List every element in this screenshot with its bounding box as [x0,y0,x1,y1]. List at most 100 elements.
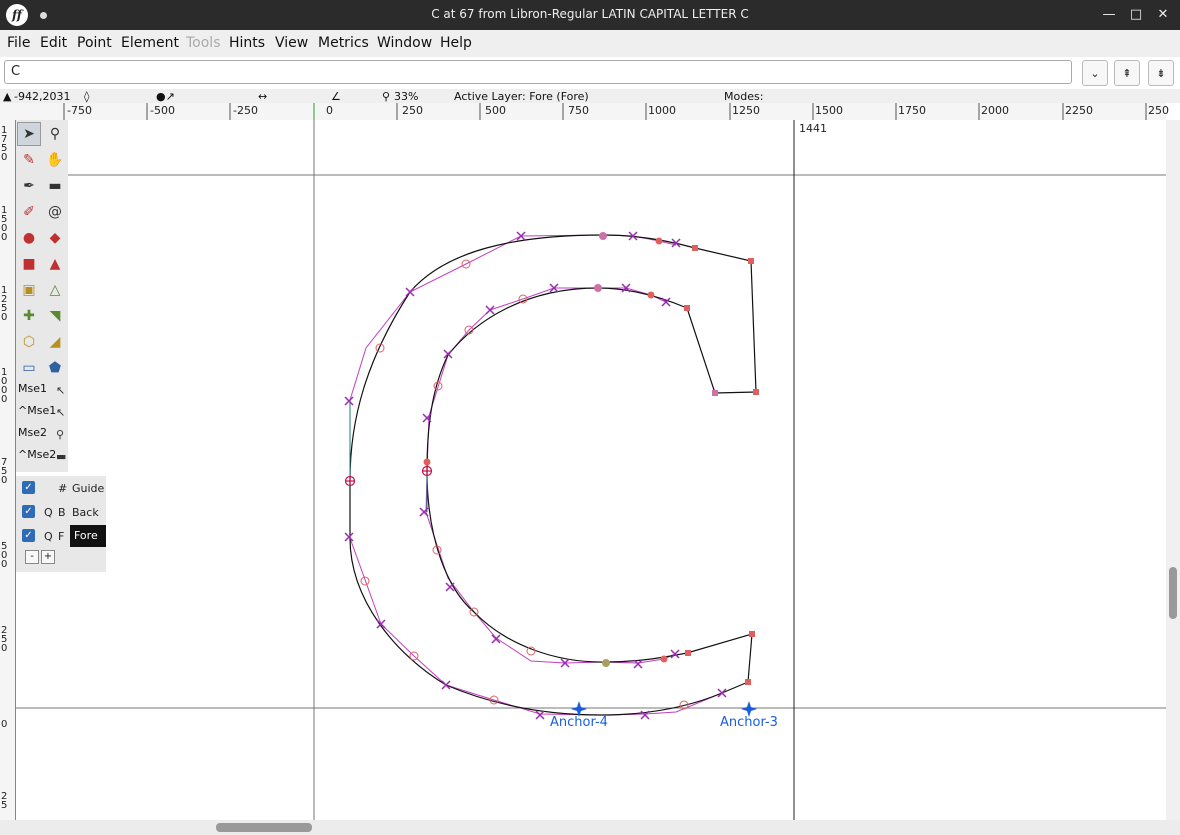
layer-name[interactable]: Fore [70,525,106,547]
layer-name[interactable]: Back [72,506,99,519]
title-bar: ff C at 67 from Libron-Regular LATIN CAP… [0,0,1180,30]
ruler-label: 750 [568,104,589,117]
ruler-digit: 0 [1,394,8,405]
layer-visible-checkbox[interactable]: ✓ [22,529,35,542]
scale-tool-icon[interactable]: ▣ [17,278,41,302]
ruler-label: 2250 [1065,104,1093,117]
ruler-label: -250 [233,104,258,117]
vertical-ruler: 1750 1500 1250 1000 750 500 250 0 25 [0,120,16,820]
vertical-scroll-thumb[interactable] [1169,567,1177,619]
ruler-label-1750: 1750 [1,126,13,163]
ruler-icon: ▬ [56,450,67,463]
menu-element[interactable]: Element [121,35,179,51]
ruler-tool-icon[interactable]: ▬ [43,174,67,198]
menu-edit[interactable]: Edit [40,35,67,51]
pointer-icon: ▲ [3,90,12,103]
menu-metrics[interactable]: Metrics [318,35,369,51]
corner-point-tool-icon[interactable]: ■ [17,252,41,276]
modes-label: Modes: [724,90,764,103]
layer-row-fore[interactable]: ✓ Q F Fore [16,525,106,547]
pointer-icon: ↖ [56,384,66,397]
menu-tools[interactable]: Tools [186,35,221,51]
layer-type-flag: # [58,482,68,495]
ruler-label: 1750 [898,104,926,117]
menu-help[interactable]: Help [440,35,472,51]
curve-points [423,232,668,667]
horizontal-scroll-thumb[interactable] [216,823,312,832]
contour-path [349,234,757,716]
start-points [344,465,433,487]
zoom-icon: ⚲ [382,90,391,103]
menu-point[interactable]: Point [77,35,112,51]
zoom-level: 33% [394,90,419,103]
maximize-button[interactable]: □ [1127,6,1145,24]
ruler-digit: 0 [1,152,8,163]
layer-row-back[interactable]: ✓ Q B Back [16,501,106,523]
minimize-button[interactable]: — [1100,6,1118,24]
horizontal-scrollbar[interactable] [0,820,1180,835]
magnify-icon: ⚲ [56,428,65,441]
hvcurve-point-tool-icon[interactable]: ◆ [43,226,67,250]
ruler-label: 250 [402,104,423,117]
ruler-digit: 0 [1,475,8,486]
ruler-label-1250: 1250 [1,286,8,323]
knife-tool-icon[interactable]: ✒ [17,174,41,198]
3d-rotate-tool-icon[interactable]: ⬡ [17,330,41,354]
anchor-4-label[interactable]: Anchor-4 [550,715,608,730]
previous-glyph-button[interactable]: ⇞ [1114,60,1140,86]
ruler-digit: 0 [1,719,8,730]
layer-visible-checkbox[interactable]: ✓ [22,481,35,494]
ruler-label-500: 500 [1,542,8,570]
horizontal-ruler: -750 -500 -250 0 250 500 750 1000 1250 1… [0,103,1169,121]
menu-hints[interactable]: Hints [229,35,265,51]
menu-view[interactable]: View [275,35,308,51]
mouse2-label: Mse2 [18,426,47,439]
next-glyph-button[interactable]: ⇟ [1148,60,1174,86]
teal-handles [349,400,428,512]
curve-point-tool-icon[interactable]: ● [17,226,41,250]
ruler-label: 1500 [815,104,843,117]
flip-tool-icon[interactable]: ✚ [17,304,41,328]
ruler-label: 500 [485,104,506,117]
layer-name[interactable]: Guide [72,482,104,495]
close-button[interactable]: ✕ [1154,6,1172,24]
angle-icon: ∠ [331,90,341,103]
mouse1-label: Mse1 [18,382,47,395]
ruler-digit: 0 [1,312,8,323]
glyph-canvas[interactable]: 1441 Anchor-4 Anchor-3 [16,120,1166,820]
remove-layer-button[interactable]: - [25,550,39,564]
cursor-coordinates: -942,2031 [14,90,71,103]
ctrl-mouse2-label: ^Mse2 [18,448,57,461]
ruler-label-750: 750 [1,458,8,486]
ruler-digit: 0 [1,559,8,570]
menu-window[interactable]: Window [377,35,432,51]
ctrl-mouse1-label: ^Mse1 [18,404,57,417]
layer-type-flag: F [58,530,65,543]
freehand-tool-icon[interactable]: ✎ [17,148,41,172]
ruler-label-1500: 1500 [1,206,7,243]
hand-tool-icon[interactable]: ✋ [43,148,67,172]
vertical-scrollbar[interactable] [1166,120,1180,820]
add-layer-button[interactable]: + [41,550,55,564]
glyph-name-input[interactable]: C [4,60,1072,84]
chevron-down-icon[interactable]: ⌄ [1082,60,1108,86]
pointer-tool-icon[interactable]: ➤ [17,122,41,146]
polygon-tool-icon[interactable]: ⬟ [43,356,67,380]
perspective-tool-icon[interactable]: ◢ [43,330,67,354]
ruler-digit: 5 [1,800,8,811]
layer-visible-checkbox[interactable]: ✓ [22,505,35,518]
skew-tool-icon[interactable]: ◥ [43,304,67,328]
menu-file[interactable]: File [7,35,30,51]
ruler-label: -750 [67,104,92,117]
rotate-tool-icon[interactable]: △ [43,278,67,302]
anchor-3-label[interactable]: Anchor-3 [720,715,778,730]
pen-tool-icon[interactable]: ✐ [17,200,41,224]
rectangle-tool-icon[interactable]: ▭ [17,356,41,380]
layer-quadratic-flag: Q [44,530,53,543]
advance-width-label: 1441 [799,122,827,135]
ruler-label-1000: 1000 [1,368,8,405]
layer-row-guide[interactable]: ✓ # Guide [16,477,106,499]
tangent-point-tool-icon[interactable]: ▲ [43,252,67,276]
magnify-tool-icon[interactable]: ⚲ [43,122,67,146]
spiro-tool-icon[interactable]: @ [43,200,67,224]
